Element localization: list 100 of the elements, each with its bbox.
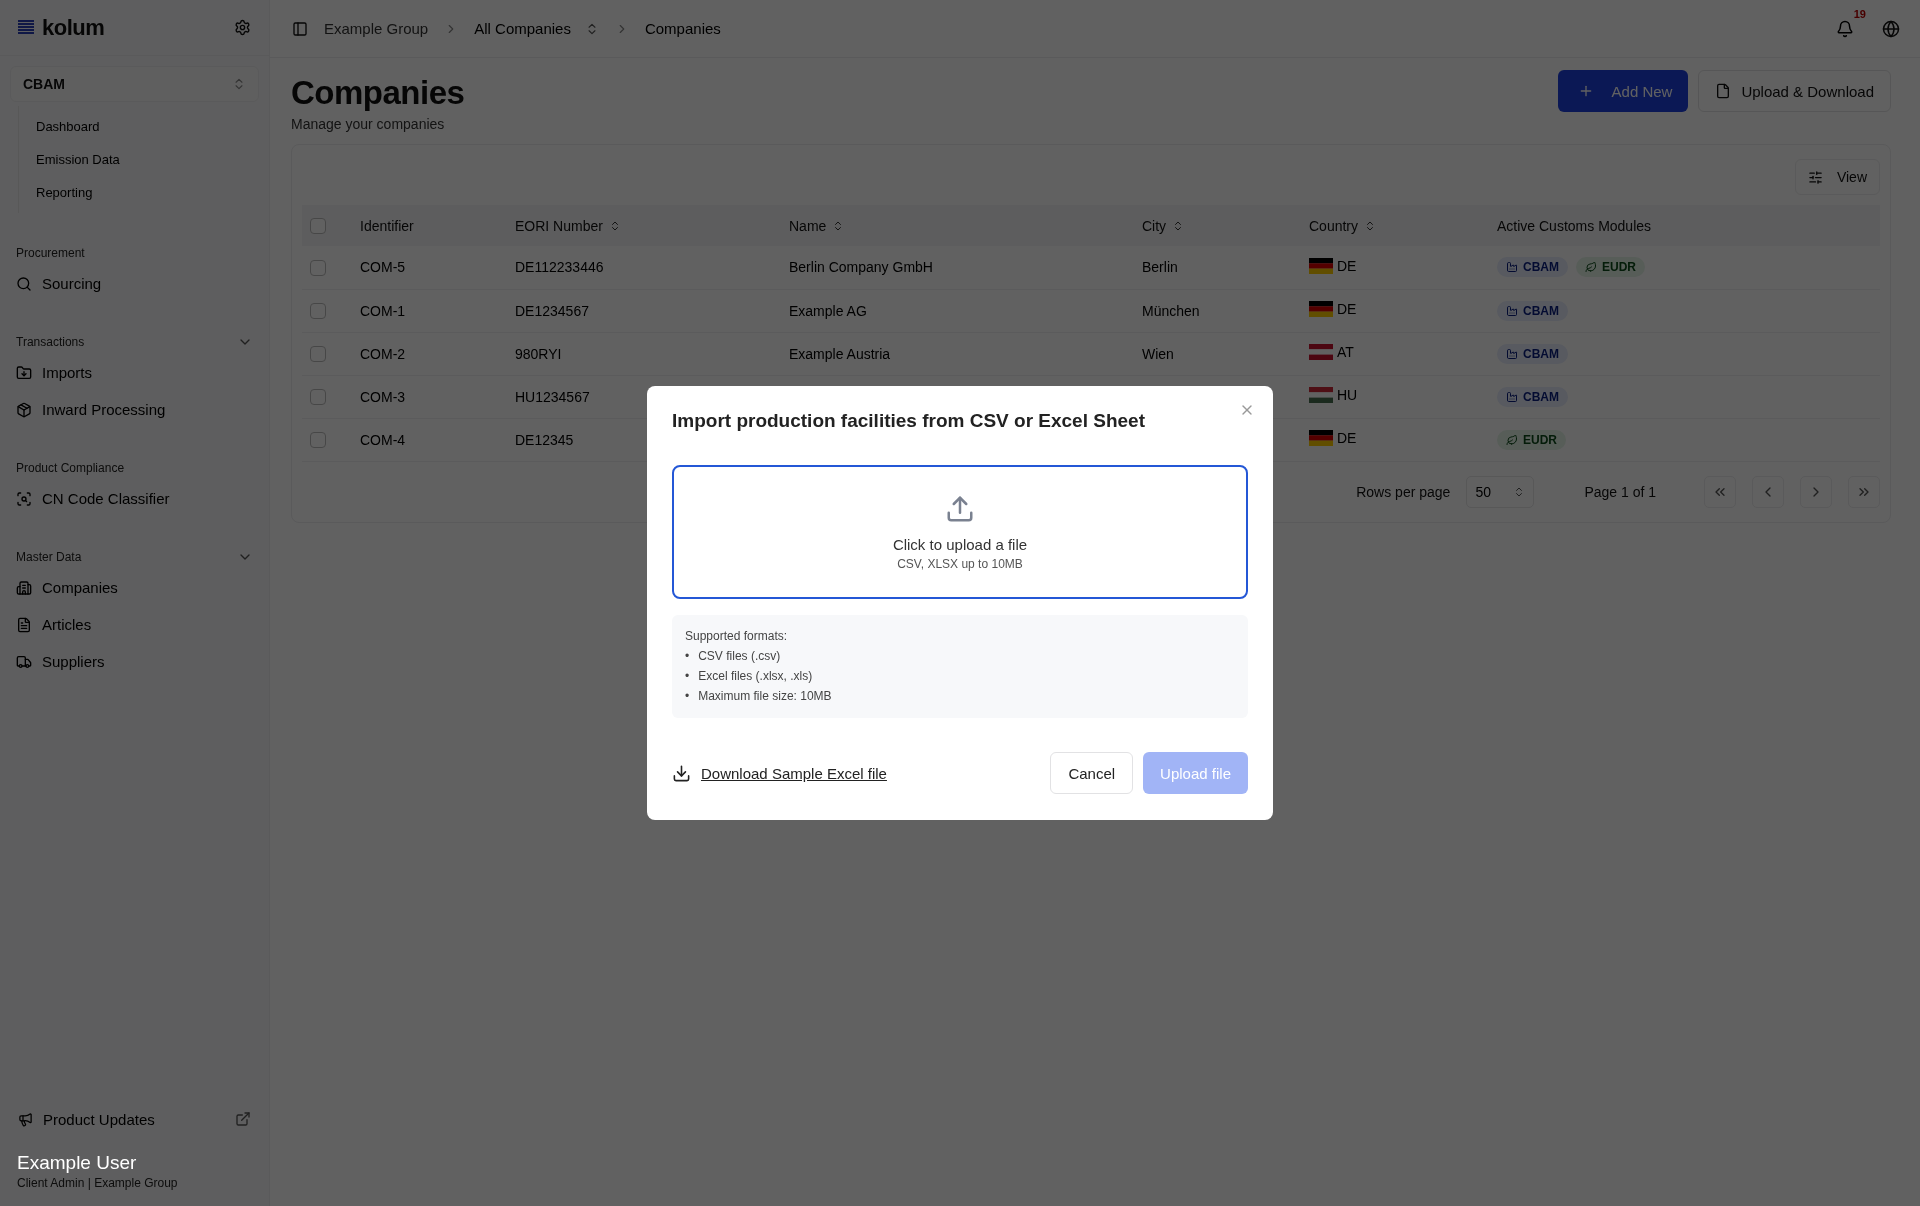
column-header[interactable]: City <box>1142 217 1167 234</box>
rows-per-page-label: Rows per page <box>1356 483 1451 500</box>
flag-icon <box>1309 430 1333 446</box>
sidebar-item[interactable]: Imports <box>42 364 92 381</box>
notifications-button[interactable] <box>1836 19 1854 38</box>
nav-icon <box>16 401 32 418</box>
table-cell: COM-1 <box>360 289 515 332</box>
section-title: Transactions <box>16 335 85 349</box>
cancel-button[interactable]: Cancel <box>1050 752 1134 794</box>
sidebar-item[interactable]: Suppliers <box>42 653 105 670</box>
logo-text: kolum <box>42 14 105 41</box>
module-tag: CBAM <box>1497 386 1568 407</box>
table-cell: 980RYI <box>515 332 789 375</box>
breadcrumb[interactable]: Companies <box>644 20 721 37</box>
download-icon <box>672 763 691 783</box>
module-nav-item[interactable]: Dashboard <box>36 110 251 143</box>
flag-icon <box>1309 387 1333 403</box>
sidebar-item[interactable]: CN Code Classifier <box>42 490 170 507</box>
module-tag: EUDR <box>1576 257 1645 278</box>
page-subtitle: Manage your companies <box>291 116 446 132</box>
table-cell: DE112233446 <box>515 246 789 289</box>
module-nav-item[interactable]: Emission Data <box>36 143 251 176</box>
next-page-button[interactable] <box>1800 475 1832 508</box>
logo-icon <box>18 19 34 36</box>
nav-icon <box>16 653 32 670</box>
row-checkbox[interactable] <box>310 389 326 406</box>
row-checkbox[interactable] <box>310 259 326 276</box>
external-link-icon[interactable] <box>235 1111 251 1127</box>
table-cell: Example Austria <box>789 345 891 362</box>
flag-icon <box>1309 257 1333 274</box>
row-checkbox[interactable] <box>310 346 326 363</box>
breadcrumb[interactable]: All Companies <box>474 20 571 37</box>
nav-icon <box>16 616 32 633</box>
column-header[interactable]: Country <box>1309 217 1359 234</box>
sidebar-toggle-icon[interactable] <box>292 20 308 37</box>
column-header[interactable]: EORI Number <box>515 217 603 234</box>
bullet: • <box>685 689 690 704</box>
sliders-icon <box>1807 169 1823 185</box>
first-page-button[interactable] <box>1704 475 1736 508</box>
bullet: • <box>685 649 690 664</box>
sidebar-item[interactable]: Companies <box>42 579 118 596</box>
section-title: Procurement <box>16 246 85 260</box>
module-tag: EUDR <box>1497 429 1566 450</box>
country-code: DE <box>1337 257 1357 274</box>
notification-count: 19 <box>1853 7 1866 20</box>
nav-icon <box>16 275 32 292</box>
globe-icon[interactable] <box>1882 19 1900 38</box>
view-button[interactable]: View <box>1794 159 1880 195</box>
module-tag: CBAM <box>1497 300 1568 321</box>
nav-icon <box>16 579 32 596</box>
page-title: Companies <box>291 74 465 112</box>
format-item: Excel files (.xlsx, .xls) <box>698 669 813 684</box>
breadcrumb[interactable]: Example Group <box>324 20 429 37</box>
row-checkbox[interactable] <box>310 303 326 320</box>
nav-icon <box>16 364 32 381</box>
last-page-button[interactable] <box>1848 475 1880 508</box>
product-updates-link[interactable]: Product Updates <box>43 1110 155 1128</box>
sidebar-item[interactable]: Sourcing <box>42 275 102 292</box>
format-item: Maximum file size: 10MB <box>698 689 832 704</box>
module-nav-item[interactable]: Reporting <box>36 176 251 209</box>
column-header: Identifier <box>360 217 414 234</box>
sidebar-item[interactable]: Articles <box>42 616 92 633</box>
factory-icon <box>1506 347 1518 360</box>
table-cell: Example AG <box>789 302 867 319</box>
file-icon <box>1715 83 1732 99</box>
add-new-button[interactable]: Add New <box>1557 70 1689 112</box>
module-tag: CBAM <box>1497 343 1568 364</box>
flag-icon <box>1309 301 1333 317</box>
column-header: Active Customs Modules <box>1497 217 1652 234</box>
table-cell: München <box>1142 302 1200 319</box>
column-header[interactable]: Name <box>789 217 827 234</box>
sidebar-item[interactable]: Inward Processing <box>42 401 166 418</box>
user-name: Example User <box>17 1152 138 1174</box>
leaf-icon <box>1506 433 1518 446</box>
factory-icon <box>1506 304 1518 317</box>
table-cell: Berlin Company GmbH <box>789 259 933 276</box>
factory-icon <box>1506 390 1518 403</box>
page-info: Page 1 of 1 <box>1584 483 1656 500</box>
previous-page-button[interactable] <box>1752 475 1784 508</box>
module-tag: CBAM <box>1497 257 1568 278</box>
nav-icon <box>16 490 32 507</box>
upload-dropzone[interactable]: Click to upload a file CSV, XLSX up to 10MB <box>672 465 1248 599</box>
upload-download-button[interactable]: Upload & Download <box>1698 70 1891 112</box>
table-cell: Berlin <box>1142 259 1178 276</box>
user-role: Client Admin | Example Group <box>17 1176 179 1190</box>
table-cell: Wien <box>1142 345 1174 362</box>
table-cell: COM-5 <box>360 246 515 289</box>
flag-icon <box>1309 344 1333 360</box>
select-all-checkbox[interactable] <box>310 218 326 235</box>
row-checkbox[interactable] <box>310 432 326 449</box>
settings-icon[interactable] <box>234 19 251 36</box>
leaf-icon <box>1585 261 1597 274</box>
module-selector[interactable]: CBAM <box>10 66 259 102</box>
download-sample-link[interactable]: Download Sample Excel file <box>701 764 887 782</box>
format-item: CSV files (.csv) <box>698 649 781 664</box>
country-code: AT <box>1337 344 1354 360</box>
country-code: HU <box>1337 387 1358 403</box>
rows-per-page-select[interactable]: 50 <box>1466 475 1535 508</box>
table-cell: COM-3 <box>360 375 515 418</box>
table-cell: COM-2 <box>360 332 515 375</box>
